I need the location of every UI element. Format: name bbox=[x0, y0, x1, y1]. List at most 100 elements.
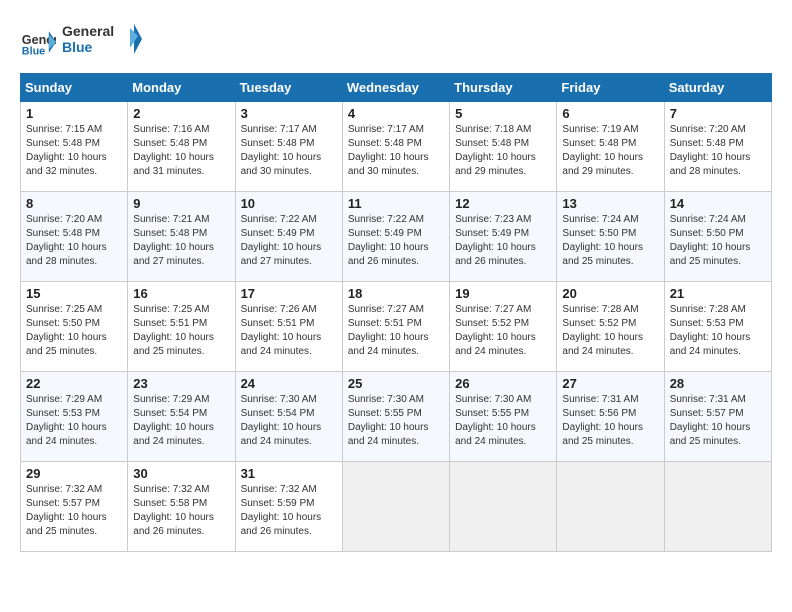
day-number: 20 bbox=[562, 286, 658, 301]
day-of-week-header: Friday bbox=[557, 74, 664, 102]
day-of-week-header: Thursday bbox=[450, 74, 557, 102]
day-info: Sunrise: 7:25 AM Sunset: 5:51 PM Dayligh… bbox=[133, 303, 229, 359]
calendar-cell: 3 Sunrise: 7:17 AM Sunset: 5:48 PM Daylig… bbox=[235, 102, 342, 192]
day-of-week-header: Sunday bbox=[21, 74, 128, 102]
calendar-cell: 1 Sunrise: 7:15 AM Sunset: 5:48 PM Daylig… bbox=[21, 102, 128, 192]
calendar-cell: 31 Sunrise: 7:32 AM Sunset: 5:59 PM Dayli… bbox=[235, 462, 342, 552]
day-info: Sunrise: 7:20 AM Sunset: 5:48 PM Dayligh… bbox=[26, 213, 122, 269]
calendar-cell bbox=[664, 462, 771, 552]
calendar-week-row: 22 Sunrise: 7:29 AM Sunset: 5:53 PM Dayli… bbox=[21, 372, 772, 462]
calendar-cell: 14 Sunrise: 7:24 AM Sunset: 5:50 PM Dayli… bbox=[664, 192, 771, 282]
day-of-week-header: Tuesday bbox=[235, 74, 342, 102]
day-number: 4 bbox=[348, 106, 444, 121]
calendar-cell bbox=[557, 462, 664, 552]
calendar-week-row: 8 Sunrise: 7:20 AM Sunset: 5:48 PM Daylig… bbox=[21, 192, 772, 282]
day-info: Sunrise: 7:31 AM Sunset: 5:56 PM Dayligh… bbox=[562, 393, 658, 449]
calendar-cell: 5 Sunrise: 7:18 AM Sunset: 5:48 PM Daylig… bbox=[450, 102, 557, 192]
day-number: 13 bbox=[562, 196, 658, 211]
day-number: 8 bbox=[26, 196, 122, 211]
calendar-cell: 15 Sunrise: 7:25 AM Sunset: 5:50 PM Dayli… bbox=[21, 282, 128, 372]
day-info: Sunrise: 7:16 AM Sunset: 5:48 PM Dayligh… bbox=[133, 123, 229, 179]
day-of-week-header: Wednesday bbox=[342, 74, 449, 102]
svg-text:Blue: Blue bbox=[62, 39, 93, 55]
calendar-cell bbox=[450, 462, 557, 552]
day-info: Sunrise: 7:28 AM Sunset: 5:53 PM Dayligh… bbox=[670, 303, 766, 359]
day-info: Sunrise: 7:17 AM Sunset: 5:48 PM Dayligh… bbox=[241, 123, 337, 179]
day-info: Sunrise: 7:18 AM Sunset: 5:48 PM Dayligh… bbox=[455, 123, 551, 179]
day-number: 25 bbox=[348, 376, 444, 391]
day-number: 24 bbox=[241, 376, 337, 391]
day-info: Sunrise: 7:24 AM Sunset: 5:50 PM Dayligh… bbox=[562, 213, 658, 269]
day-number: 19 bbox=[455, 286, 551, 301]
calendar-cell: 27 Sunrise: 7:31 AM Sunset: 5:56 PM Dayli… bbox=[557, 372, 664, 462]
day-info: Sunrise: 7:15 AM Sunset: 5:48 PM Dayligh… bbox=[26, 123, 122, 179]
calendar-cell: 20 Sunrise: 7:28 AM Sunset: 5:52 PM Dayli… bbox=[557, 282, 664, 372]
day-info: Sunrise: 7:22 AM Sunset: 5:49 PM Dayligh… bbox=[241, 213, 337, 269]
day-info: Sunrise: 7:30 AM Sunset: 5:55 PM Dayligh… bbox=[348, 393, 444, 449]
day-number: 17 bbox=[241, 286, 337, 301]
day-number: 5 bbox=[455, 106, 551, 121]
calendar-cell: 18Sunrise: 7:27 AM Sunset: 5:51 PM Dayli… bbox=[342, 282, 449, 372]
day-info: Sunrise: 7:30 AM Sunset: 5:55 PM Dayligh… bbox=[455, 393, 551, 449]
logo-svg: General Blue bbox=[62, 20, 142, 58]
day-number: 15 bbox=[26, 286, 122, 301]
day-of-week-header: Saturday bbox=[664, 74, 771, 102]
day-info: Sunrise: 7:27 AM Sunset: 5:52 PM Dayligh… bbox=[455, 303, 551, 359]
calendar-cell bbox=[342, 462, 449, 552]
calendar-cell: 24Sunrise: 7:30 AM Sunset: 5:54 PM Dayli… bbox=[235, 372, 342, 462]
day-info: Sunrise: 7:27 AM Sunset: 5:51 PM Dayligh… bbox=[348, 303, 444, 359]
calendar-week-row: 1 Sunrise: 7:15 AM Sunset: 5:48 PM Daylig… bbox=[21, 102, 772, 192]
calendar-cell: 19 Sunrise: 7:27 AM Sunset: 5:52 PM Dayli… bbox=[450, 282, 557, 372]
day-info: Sunrise: 7:28 AM Sunset: 5:52 PM Dayligh… bbox=[562, 303, 658, 359]
page-header: General Blue General Blue bbox=[20, 20, 772, 63]
day-info: Sunrise: 7:25 AM Sunset: 5:50 PM Dayligh… bbox=[26, 303, 122, 359]
calendar-cell: 26Sunrise: 7:30 AM Sunset: 5:55 PM Dayli… bbox=[450, 372, 557, 462]
day-info: Sunrise: 7:23 AM Sunset: 5:49 PM Dayligh… bbox=[455, 213, 551, 269]
calendar-week-row: 29Sunrise: 7:32 AM Sunset: 5:57 PM Dayli… bbox=[21, 462, 772, 552]
day-number: 7 bbox=[670, 106, 766, 121]
day-info: Sunrise: 7:20 AM Sunset: 5:48 PM Dayligh… bbox=[670, 123, 766, 179]
day-of-week-header: Monday bbox=[128, 74, 235, 102]
calendar-cell: 13 Sunrise: 7:24 AM Sunset: 5:50 PM Dayli… bbox=[557, 192, 664, 282]
calendar-header-row: SundayMondayTuesdayWednesdayThursdayFrid… bbox=[21, 74, 772, 102]
calendar-cell: 21Sunrise: 7:28 AM Sunset: 5:53 PM Dayli… bbox=[664, 282, 771, 372]
day-info: Sunrise: 7:17 AM Sunset: 5:48 PM Dayligh… bbox=[348, 123, 444, 179]
calendar-cell: 6 Sunrise: 7:19 AM Sunset: 5:48 PM Daylig… bbox=[557, 102, 664, 192]
day-number: 11 bbox=[348, 196, 444, 211]
day-number: 9 bbox=[133, 196, 229, 211]
day-number: 28 bbox=[670, 376, 766, 391]
day-number: 3 bbox=[241, 106, 337, 121]
day-number: 27 bbox=[562, 376, 658, 391]
day-info: Sunrise: 7:32 AM Sunset: 5:57 PM Dayligh… bbox=[26, 483, 122, 539]
day-number: 22 bbox=[26, 376, 122, 391]
day-info: Sunrise: 7:22 AM Sunset: 5:49 PM Dayligh… bbox=[348, 213, 444, 269]
day-number: 6 bbox=[562, 106, 658, 121]
calendar-cell: 7 Sunrise: 7:20 AM Sunset: 5:48 PM Daylig… bbox=[664, 102, 771, 192]
day-info: Sunrise: 7:19 AM Sunset: 5:48 PM Dayligh… bbox=[562, 123, 658, 179]
calendar-cell: 10Sunrise: 7:22 AM Sunset: 5:49 PM Dayli… bbox=[235, 192, 342, 282]
calendar-cell: 11 Sunrise: 7:22 AM Sunset: 5:49 PM Dayli… bbox=[342, 192, 449, 282]
svg-text:Blue: Blue bbox=[22, 45, 45, 57]
day-info: Sunrise: 7:29 AM Sunset: 5:53 PM Dayligh… bbox=[26, 393, 122, 449]
day-number: 31 bbox=[241, 466, 337, 481]
day-info: Sunrise: 7:31 AM Sunset: 5:57 PM Dayligh… bbox=[670, 393, 766, 449]
calendar-cell: 17Sunrise: 7:26 AM Sunset: 5:51 PM Dayli… bbox=[235, 282, 342, 372]
calendar-cell: 4 Sunrise: 7:17 AM Sunset: 5:48 PM Daylig… bbox=[342, 102, 449, 192]
day-number: 12 bbox=[455, 196, 551, 211]
day-info: Sunrise: 7:32 AM Sunset: 5:59 PM Dayligh… bbox=[241, 483, 337, 539]
calendar-cell: 29Sunrise: 7:32 AM Sunset: 5:57 PM Dayli… bbox=[21, 462, 128, 552]
calendar-cell: 12 Sunrise: 7:23 AM Sunset: 5:49 PM Dayli… bbox=[450, 192, 557, 282]
calendar-cell: 2 Sunrise: 7:16 AM Sunset: 5:48 PM Daylig… bbox=[128, 102, 235, 192]
calendar-cell: 16 Sunrise: 7:25 AM Sunset: 5:51 PM Dayli… bbox=[128, 282, 235, 372]
calendar-cell: 8 Sunrise: 7:20 AM Sunset: 5:48 PM Daylig… bbox=[21, 192, 128, 282]
day-info: Sunrise: 7:29 AM Sunset: 5:54 PM Dayligh… bbox=[133, 393, 229, 449]
day-number: 16 bbox=[133, 286, 229, 301]
day-info: Sunrise: 7:24 AM Sunset: 5:50 PM Dayligh… bbox=[670, 213, 766, 269]
day-number: 14 bbox=[670, 196, 766, 211]
day-number: 2 bbox=[133, 106, 229, 121]
day-info: Sunrise: 7:21 AM Sunset: 5:48 PM Dayligh… bbox=[133, 213, 229, 269]
day-number: 1 bbox=[26, 106, 122, 121]
logo: General Blue General Blue bbox=[20, 20, 142, 63]
calendar-cell: 30Sunrise: 7:32 AM Sunset: 5:58 PM Dayli… bbox=[128, 462, 235, 552]
svg-text:General: General bbox=[62, 23, 114, 39]
